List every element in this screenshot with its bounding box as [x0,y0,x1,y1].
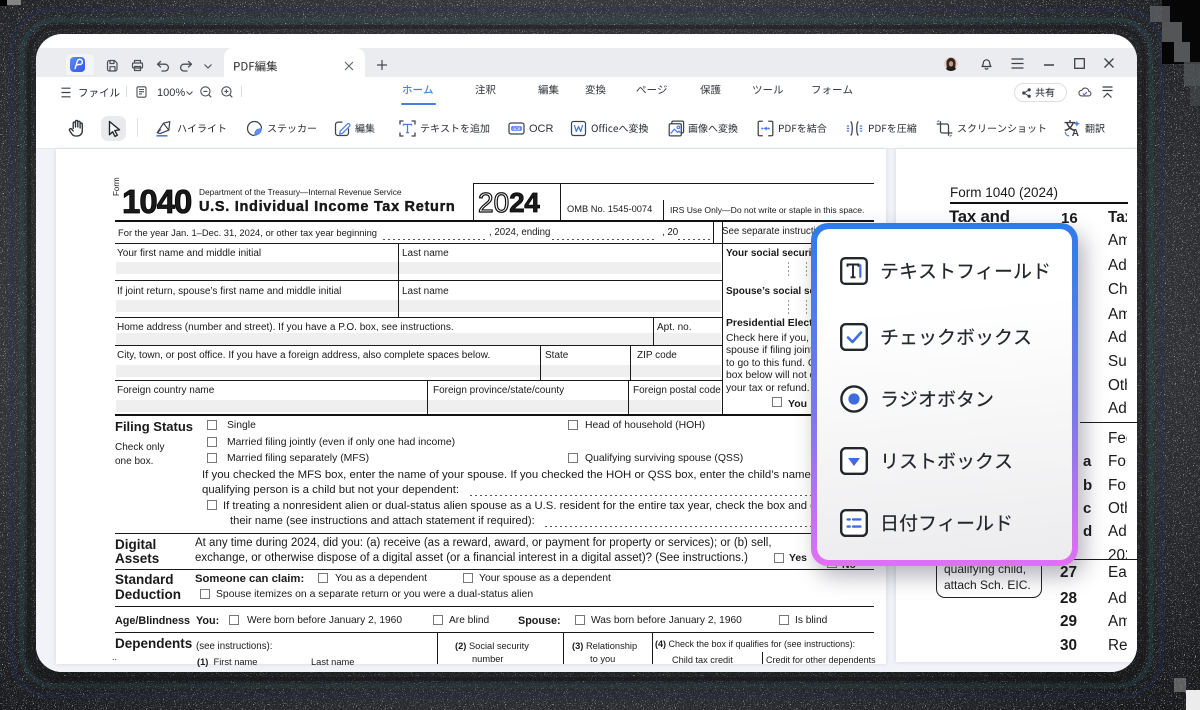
svg-text:A: A [1071,128,1078,137]
svg-text:OCR: OCR [512,127,520,131]
